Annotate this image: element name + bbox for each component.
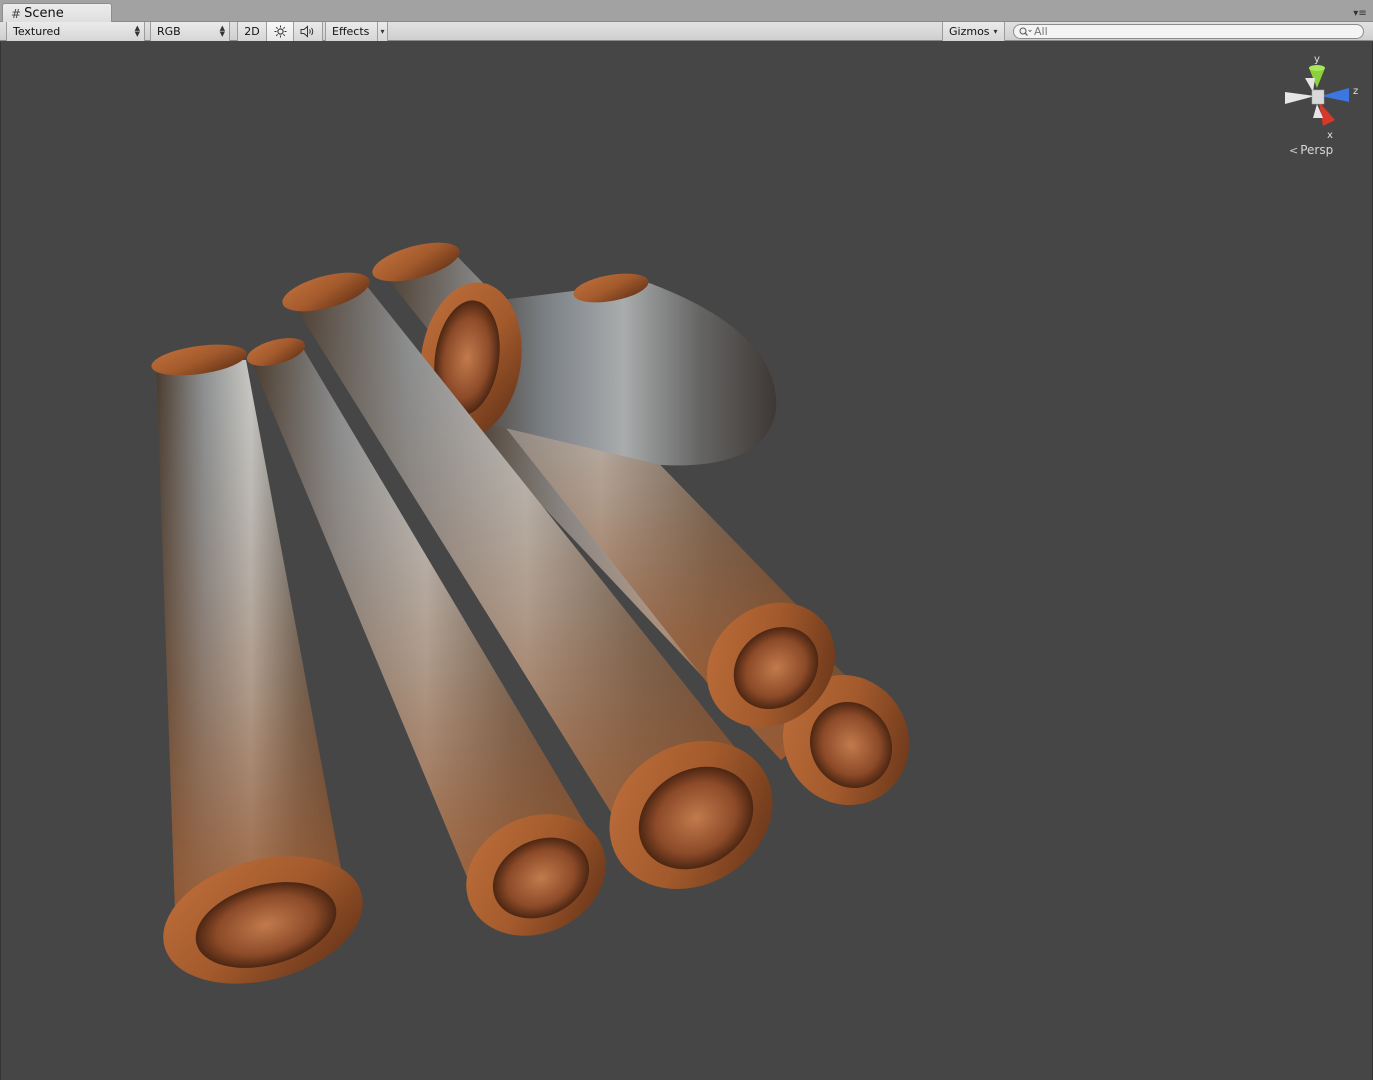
search-input[interactable] [1032,25,1342,38]
search-icon [1019,27,1032,36]
audio-toggle-button[interactable] [294,22,323,41]
scene-toolbar: Textured ▲▼ RGB ▲▼ 2D Effects ▾ Gizmos [0,22,1373,41]
gizmo-center-cube[interactable] [1311,89,1325,105]
gizmo-neg-z-cone[interactable] [1285,92,1315,104]
projection-label: Persp [1300,143,1334,157]
gizmos-dropdown[interactable]: Gizmos ▾ [942,22,1005,41]
tab-scene-label: Scene [24,6,64,21]
rusted-pipes-scene [151,242,910,984]
chevron-down-icon: ▾ [993,27,998,36]
tab-scene[interactable]: # Scene [2,3,112,23]
panel-menu-icon[interactable]: ▾≡ [1353,9,1367,19]
speaker-icon [300,25,314,38]
2d-label: 2D [244,25,260,38]
projection-toggle[interactable]: < Persp [1289,143,1333,157]
2d-toggle-button[interactable]: 2D [237,22,267,41]
shading-mode-value: Textured [13,25,61,38]
orientation-gizmo[interactable]: y z x [1279,52,1364,142]
gizmo-x-cone[interactable] [1319,102,1335,126]
effects-dropdown[interactable]: Effects ▾ [325,22,388,41]
updown-arrows-icon: ▲ ▼ [134,24,140,38]
gizmos-label: Gizmos [949,25,990,38]
search-field[interactable] [1013,24,1364,39]
gizmo-axis-x-label: x [1327,130,1333,141]
scene-viewport[interactable]: y z x < Persp [0,42,1373,1080]
render-mode-dropdown[interactable]: RGB ▲ ▼ [150,22,230,41]
shading-mode-dropdown[interactable]: Textured ▲ ▼ [6,22,145,41]
render-mode-value: RGB [157,25,181,38]
chevron-down-icon[interactable]: ▾ [377,22,387,41]
gizmo-axis-z-label: z [1353,86,1358,97]
chevron-left-icon: < [1289,143,1299,157]
gizmo-z-cone[interactable] [1321,88,1349,102]
lighting-toggle-button[interactable] [267,22,294,41]
gizmo-axis-y-label: y [1314,54,1320,65]
updown-arrows-icon: ▲ ▼ [219,24,225,38]
effects-label: Effects [332,25,370,38]
sun-icon [274,25,286,38]
scene-grid-icon: # [11,6,22,21]
tab-strip: # Scene ▾≡ [0,0,1373,23]
